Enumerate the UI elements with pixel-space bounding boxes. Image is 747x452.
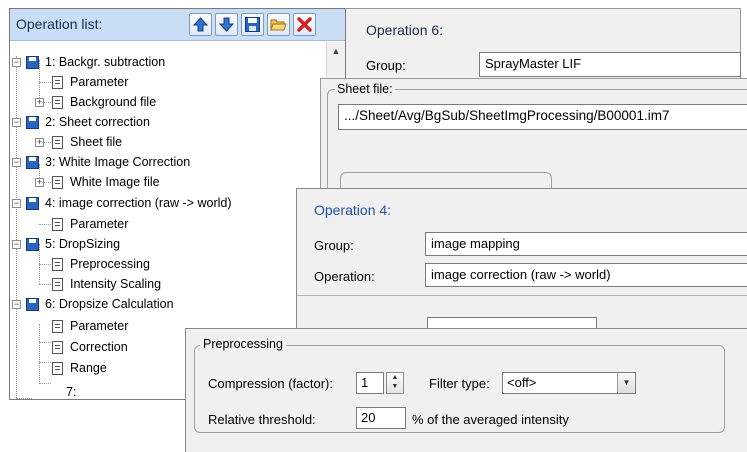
tree-item-label: Parameter: [70, 319, 129, 333]
save-button[interactable]: [241, 13, 264, 36]
operation-4-panel: Operation 4: Group: image mapping Operat…: [296, 188, 747, 348]
save-icon: [26, 197, 39, 210]
expand-icon[interactable]: +: [35, 178, 44, 187]
tree-item-label: 6: Dropsize Calculation: [45, 297, 174, 311]
tree-item-label: 7:: [66, 385, 77, 399]
tree-item-preprocessing[interactable]: Preprocessing: [10, 254, 326, 274]
save-icon: [26, 298, 39, 311]
document-icon: [52, 76, 63, 89]
collapse-icon[interactable]: −: [12, 118, 21, 127]
move-up-icon: [192, 17, 209, 32]
document-icon: [52, 136, 63, 149]
group-field[interactable]: image mapping: [425, 232, 747, 256]
move-up-button[interactable]: [189, 13, 212, 36]
tree-item-white-image-file[interactable]: + White Image file: [10, 172, 326, 192]
delete-icon: [297, 17, 312, 32]
tree-item-label: Intensity Scaling: [70, 277, 162, 291]
document-icon: [52, 362, 63, 375]
open-button[interactable]: [267, 13, 290, 36]
tree-item-operation-2[interactable]: − 2: Sheet correction: [10, 112, 326, 132]
tree-item-operation-4[interactable]: − 4: image correction (raw -> world): [10, 193, 326, 213]
save-icon: [26, 238, 39, 251]
filter-type-label: Filter type:: [429, 376, 490, 391]
document-icon: [52, 176, 63, 189]
tree-item-label: Correction: [70, 340, 128, 354]
spin-down-icon[interactable]: ▼: [387, 382, 403, 391]
sheet-file-path-field[interactable]: .../Sheet/Avg/BgSub/SheetImgProcessing/B…: [338, 104, 747, 130]
compression-stepper[interactable]: ▲ ▼: [386, 372, 404, 394]
preprocessing-panel: Preprocessing Compression (factor): 1 ▲ …: [185, 328, 747, 452]
save-icon: [245, 17, 260, 32]
collapse-icon[interactable]: −: [12, 300, 21, 309]
separator: [297, 295, 747, 296]
filter-type-value: <off>: [507, 375, 537, 390]
operation-label: Operation:: [314, 269, 375, 284]
group-field[interactable]: SprayMaster LIF: [479, 52, 741, 77]
tree-item-label: Parameter: [70, 217, 129, 231]
collapse-icon[interactable]: −: [12, 199, 21, 208]
collapse-icon[interactable]: −: [12, 240, 21, 249]
tree-item-label: Range: [70, 361, 107, 375]
tree-item-label: 1: Backgr. subtraction: [45, 55, 166, 69]
tree-item-label: 2: Sheet correction: [45, 115, 150, 129]
tree-item-operation-3[interactable]: − 3: White Image Correction: [10, 152, 326, 172]
tree-item-label: Sheet file: [70, 135, 123, 149]
tree-item-intensity-scaling[interactable]: Intensity Scaling: [10, 274, 326, 294]
tree-item-label: 3: White Image Correction: [45, 155, 191, 169]
document-icon: [52, 320, 63, 333]
document-icon: [52, 278, 63, 291]
relative-threshold-unit: % of the averaged intensity: [412, 412, 569, 427]
collapse-icon[interactable]: −: [12, 58, 21, 67]
tree-item-label: 5: DropSizing: [45, 237, 121, 251]
compression-label: Compression (factor):: [208, 376, 333, 391]
save-icon: [26, 156, 39, 169]
open-folder-icon: [270, 19, 287, 31]
tree-item-label: 4: image correction (raw -> world): [45, 196, 232, 210]
expand-icon[interactable]: +: [35, 98, 44, 107]
sheet-file-legend: Sheet file:: [335, 82, 395, 96]
operation-4-title: Operation 4:: [314, 202, 392, 218]
collapse-icon[interactable]: −: [12, 158, 21, 167]
operation-list-header: Operation list:: [10, 9, 345, 41]
tree-item-label: White Image file: [70, 175, 160, 189]
save-icon: [26, 56, 39, 69]
delete-button[interactable]: [293, 13, 316, 36]
group-label: Group:: [314, 238, 354, 253]
tree-item-operation-5[interactable]: − 5: DropSizing: [10, 234, 326, 254]
move-down-button[interactable]: [215, 13, 238, 36]
compression-field[interactable]: 1: [356, 372, 384, 394]
document-icon: [52, 96, 63, 109]
document-icon: [52, 341, 63, 354]
tree-item-label: Background file: [70, 95, 157, 109]
tree-item-label: Preprocessing: [70, 257, 150, 271]
tree-item-sheet-file[interactable]: + Sheet file: [10, 132, 326, 152]
operation-6-title: Operation 6:: [366, 22, 444, 38]
expand-icon[interactable]: +: [35, 138, 44, 147]
tree-item-background-file[interactable]: + Background file: [10, 92, 326, 112]
document-icon: [52, 218, 63, 231]
group-label: Group:: [366, 58, 406, 73]
operation-field[interactable]: image correction (raw -> world): [425, 263, 747, 287]
operation-list-title: Operation list:: [16, 16, 103, 32]
chevron-down-icon[interactable]: ▼: [617, 373, 635, 393]
relative-threshold-label: Relative threshold:: [208, 412, 316, 427]
preprocessing-legend: Preprocessing: [200, 337, 286, 351]
relative-threshold-field[interactable]: 20: [356, 407, 406, 429]
tree-item-label: Parameter: [70, 75, 129, 89]
filter-type-select[interactable]: <off> ▼: [502, 372, 636, 394]
scroll-up-icon[interactable]: ▲: [327, 42, 345, 60]
move-down-icon: [218, 17, 235, 32]
tree-item-parameter[interactable]: Parameter: [10, 214, 326, 234]
spin-up-icon[interactable]: ▲: [387, 373, 403, 382]
save-icon: [26, 116, 39, 129]
tree-item-parameter[interactable]: Parameter: [10, 72, 326, 92]
tree-item-operation-1[interactable]: − 1: Backgr. subtraction: [10, 52, 326, 72]
tree-item-operation-6[interactable]: − 6: Dropsize Calculation: [10, 294, 326, 314]
document-icon: [52, 258, 63, 271]
